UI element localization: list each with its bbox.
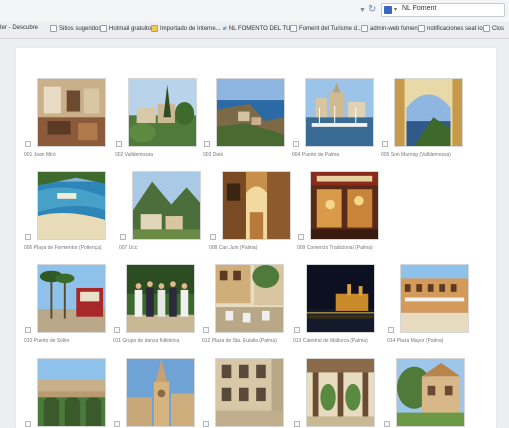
bookmark-page-icon: [418, 25, 425, 32]
reload-icon[interactable]: ↻: [368, 4, 376, 15]
photo-checkbox[interactable]: [293, 141, 299, 147]
ie-page-icon: ℯ: [223, 26, 227, 32]
bookmark-page-icon: [290, 25, 297, 32]
photo-thumbnail[interactable]: [400, 264, 469, 333]
photo-thumbnail[interactable]: [128, 78, 197, 147]
bookmark-item[interactable]: ter - Descubre: [0, 25, 38, 31]
bookmark-label: Clos: [492, 25, 505, 32]
photo-thumbnail[interactable]: [310, 171, 379, 240]
bookmark-label: Importado de Interne...: [160, 25, 221, 32]
photo-caption: 011 Grupo de danza folklórica: [113, 338, 180, 344]
photo-caption: 001 Joan Miró: [24, 152, 56, 158]
bookmark-page-icon: [50, 25, 57, 32]
photo-checkbox[interactable]: [25, 141, 31, 147]
photo-caption: 010 Puerto de Sóller: [24, 338, 70, 344]
folder-icon: [151, 25, 158, 32]
photo-caption: 009 Comercio Tradicional (Palma): [297, 245, 373, 251]
search-input[interactable]: ▾ NL Foment: [381, 3, 505, 17]
bookmark-page-icon: [483, 25, 490, 32]
photo-checkbox[interactable]: [203, 421, 209, 427]
bookmark-label: notificaciones seat io...: [427, 25, 488, 32]
photo-thumbnail[interactable]: [132, 171, 201, 240]
bookmark-item[interactable]: Hotmail gratuito: [100, 25, 151, 32]
photo-checkbox[interactable]: [120, 234, 126, 240]
search-value: NL Foment: [402, 5, 437, 12]
bookmark-item[interactable]: Sitios sugeridos: [50, 25, 101, 32]
photo-checkbox[interactable]: [388, 327, 394, 333]
photo-checkbox[interactable]: [25, 421, 31, 427]
search-engine-icon[interactable]: [384, 6, 392, 14]
photo-checkbox[interactable]: [114, 421, 120, 427]
photo-checkbox[interactable]: [114, 327, 120, 333]
photo-checkbox[interactable]: [294, 327, 300, 333]
bookmark-item[interactable]: Importado de Interne...: [151, 25, 221, 32]
photo-thumbnail[interactable]: [396, 358, 465, 427]
photo-thumbnail[interactable]: [126, 264, 195, 333]
photo-thumbnail[interactable]: [37, 264, 106, 333]
browser-toolbar: ▼ ↻ ▾ NL Foment: [0, 0, 509, 22]
gallery-page: 001 Joan Miró 002 Valldemossa 003 Deià 004 …: [16, 48, 496, 428]
bookmark-label: NL FOMENTO DEL TU...: [228, 25, 296, 32]
photo-checkbox[interactable]: [382, 141, 388, 147]
bookmark-label: Hotmail gratuito: [109, 25, 152, 32]
bookmarks-bar: ter - Descubre Sitios sugeridos Hotmail gr…: [0, 22, 509, 39]
bookmark-label: Foment del Turisme d...: [299, 25, 363, 32]
photo-thumbnail[interactable]: [37, 171, 106, 240]
bookmark-item[interactable]: admin-web foment: [361, 25, 419, 32]
photo-caption: 012 Plaza de Sta. Eulalia (Palma): [202, 338, 277, 344]
photo-thumbnail[interactable]: [215, 358, 284, 427]
bookmark-item[interactable]: ℯ NL FOMENTO DEL TU...: [223, 25, 296, 33]
photo-caption: 008 Can Juni (Palma): [209, 245, 258, 251]
photo-thumbnail[interactable]: [37, 78, 106, 147]
bookmark-item[interactable]: Clos: [483, 25, 504, 32]
photo-caption: 005 Son Marroig (Valldemossa): [381, 152, 451, 158]
url-dropdown-icon[interactable]: ▼: [359, 7, 366, 14]
photo-caption: 002 Valldemossa: [115, 152, 153, 158]
photo-thumbnail[interactable]: [216, 78, 285, 147]
photo-caption: 014 Plaza Mayor (Palma): [387, 338, 444, 344]
photo-caption: 004 Puerto de Palma: [292, 152, 339, 158]
bookmark-item[interactable]: notificaciones seat io...: [418, 25, 488, 32]
bookmark-item[interactable]: Foment del Turisme d...: [290, 25, 362, 32]
bookmark-label: admin-web foment: [370, 25, 420, 32]
photo-checkbox[interactable]: [25, 234, 31, 240]
photo-caption: 006 Playa de Formentor (Pollença): [24, 245, 102, 251]
photo-checkbox[interactable]: [294, 421, 300, 427]
bookmark-label: ter - Descubre: [0, 25, 39, 31]
photo-thumbnail[interactable]: [305, 78, 374, 147]
photo-thumbnail[interactable]: [222, 171, 291, 240]
photo-checkbox[interactable]: [116, 141, 122, 147]
bookmark-page-icon: [361, 25, 368, 32]
photo-thumbnail[interactable]: [306, 264, 375, 333]
photo-thumbnail[interactable]: [306, 358, 375, 427]
photo-thumbnail[interactable]: [126, 358, 195, 427]
bookmark-page-icon: [100, 25, 107, 32]
photo-thumbnail[interactable]: [37, 358, 106, 427]
photo-checkbox[interactable]: [204, 141, 210, 147]
photo-checkbox[interactable]: [210, 234, 216, 240]
photo-thumbnail[interactable]: [215, 264, 284, 333]
photo-checkbox[interactable]: [203, 327, 209, 333]
chevron-down-icon[interactable]: ▾: [394, 6, 397, 13]
photo-checkbox[interactable]: [384, 421, 390, 427]
photo-checkbox[interactable]: [25, 327, 31, 333]
photo-checkbox[interactable]: [298, 234, 304, 240]
photo-caption: 013 Catedral de Mallorca (Palma): [293, 338, 368, 344]
photo-thumbnail[interactable]: [394, 78, 463, 147]
photo-caption: 007 Ucc: [119, 245, 138, 251]
photo-caption: 003 Deià: [203, 152, 224, 158]
bookmark-label: Sitios sugeridos: [59, 25, 102, 32]
